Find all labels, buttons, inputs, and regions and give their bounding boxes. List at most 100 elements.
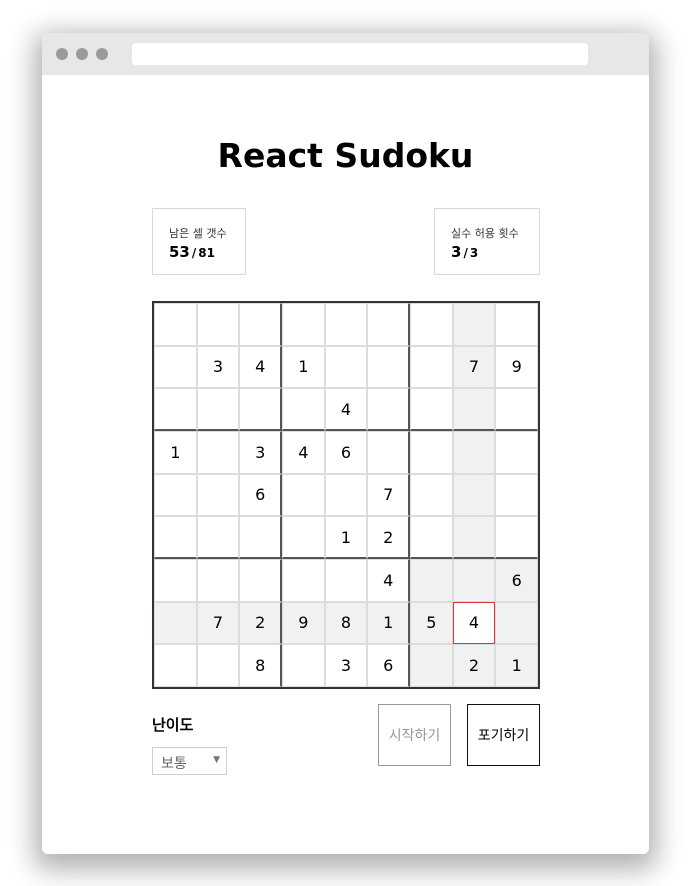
- sudoku-cell[interactable]: [196, 388, 240, 431]
- sudoku-cell[interactable]: [154, 473, 197, 517]
- sudoku-cell[interactable]: [154, 388, 197, 431]
- sudoku-cell[interactable]: [410, 345, 453, 389]
- sudoku-cell[interactable]: 8: [324, 601, 368, 645]
- sudoku-cell[interactable]: 2: [367, 516, 410, 559]
- sudoku-cell[interactable]: 1: [495, 644, 538, 687]
- sudoku-cell[interactable]: 2: [239, 601, 282, 645]
- sudoku-cell[interactable]: [410, 431, 453, 474]
- sudoku-cell[interactable]: 4: [367, 559, 410, 602]
- sudoku-cell[interactable]: [282, 644, 325, 687]
- sudoku-cell[interactable]: 3: [324, 644, 368, 687]
- difficulty-selected-value: 보통: [161, 756, 187, 772]
- start-button[interactable]: 시작하기: [378, 704, 451, 766]
- sudoku-cell[interactable]: [410, 516, 453, 559]
- sudoku-cell[interactable]: 9: [282, 601, 325, 645]
- sudoku-cell[interactable]: [410, 473, 453, 517]
- sudoku-cell[interactable]: [410, 388, 453, 431]
- sudoku-cell[interactable]: [196, 644, 240, 687]
- sudoku-cell[interactable]: 3: [196, 345, 240, 389]
- difficulty-select[interactable]: 보통 ▼: [152, 747, 227, 775]
- sudoku-cell[interactable]: [282, 388, 325, 431]
- sudoku-cell[interactable]: [495, 431, 538, 474]
- sudoku-cell[interactable]: [324, 345, 368, 389]
- sudoku-cell[interactable]: 9: [495, 345, 538, 389]
- sudoku-cell[interactable]: 6: [324, 431, 368, 474]
- sudoku-cell[interactable]: [282, 559, 325, 602]
- sudoku-cell[interactable]: 7: [452, 345, 496, 389]
- sudoku-cell[interactable]: [410, 559, 453, 602]
- sudoku-cell[interactable]: [282, 473, 325, 517]
- sudoku-cell[interactable]: [154, 559, 197, 602]
- sudoku-cell[interactable]: [367, 345, 410, 389]
- sudoku-cell[interactable]: [324, 473, 368, 517]
- sudoku-cell[interactable]: [452, 303, 496, 346]
- mistakes-allowed-card: 실수 허용 횟수 3/3: [434, 208, 540, 275]
- sudoku-cell[interactable]: [154, 601, 197, 645]
- sudoku-cell[interactable]: [410, 303, 453, 346]
- chevron-down-icon: ▼: [213, 755, 220, 765]
- sudoku-cell[interactable]: 8: [239, 644, 282, 687]
- give-up-button[interactable]: 포기하기: [467, 704, 540, 766]
- sudoku-cell-selected[interactable]: 4: [452, 601, 496, 645]
- sudoku-cell[interactable]: 2: [452, 644, 496, 687]
- sudoku-cell[interactable]: [239, 516, 282, 559]
- sudoku-cell[interactable]: [324, 559, 368, 602]
- sudoku-cell[interactable]: 1: [154, 431, 197, 474]
- window-maximize-dot[interactable]: [96, 48, 108, 60]
- sudoku-cell[interactable]: [495, 473, 538, 517]
- mistakes-allowed-count: 3: [451, 243, 462, 261]
- sudoku-cell[interactable]: 7: [196, 601, 240, 645]
- sudoku-cell[interactable]: [282, 516, 325, 559]
- sudoku-cell[interactable]: [495, 303, 538, 346]
- window-close-dot[interactable]: [56, 48, 68, 60]
- browser-titlebar: [42, 33, 649, 75]
- sudoku-cell[interactable]: [367, 303, 410, 346]
- sudoku-cell[interactable]: [196, 431, 240, 474]
- sudoku-cell[interactable]: [367, 388, 410, 431]
- sudoku-cell[interactable]: 3: [239, 431, 282, 474]
- sudoku-cell[interactable]: [495, 388, 538, 431]
- sudoku-cell[interactable]: [154, 345, 197, 389]
- address-bar[interactable]: [132, 43, 588, 65]
- browser-window: React Sudoku 남은 셀 갯수 53/81 실수 허용 횟수 3/3 …: [42, 33, 649, 854]
- remaining-cells-label: 남은 셀 갯수: [169, 227, 227, 240]
- mistakes-allowed-value: 3/3: [451, 243, 479, 261]
- sudoku-cell[interactable]: [324, 303, 368, 346]
- remaining-cells-count: 53: [169, 243, 190, 261]
- sudoku-cell[interactable]: 6: [239, 473, 282, 517]
- sudoku-cell[interactable]: 5: [410, 601, 453, 645]
- sudoku-cell[interactable]: [239, 388, 282, 431]
- sudoku-cell[interactable]: [239, 303, 282, 346]
- page-title: React Sudoku: [217, 136, 474, 175]
- sudoku-cell[interactable]: [154, 303, 197, 346]
- sudoku-cell[interactable]: [452, 473, 496, 517]
- sudoku-cell[interactable]: [452, 388, 496, 431]
- sudoku-cell[interactable]: [196, 303, 240, 346]
- sudoku-cell[interactable]: [452, 516, 496, 559]
- window-minimize-dot[interactable]: [76, 48, 88, 60]
- sudoku-cell[interactable]: [367, 431, 410, 474]
- mistakes-allowed-label: 실수 허용 횟수: [451, 227, 519, 240]
- sudoku-cell[interactable]: [282, 303, 325, 346]
- sudoku-cell[interactable]: 1: [324, 516, 368, 559]
- sudoku-cell[interactable]: [196, 473, 240, 517]
- sudoku-cell[interactable]: 1: [367, 601, 410, 645]
- sudoku-cell[interactable]: [154, 644, 197, 687]
- sudoku-cell[interactable]: [495, 516, 538, 559]
- sudoku-cell[interactable]: 4: [282, 431, 325, 474]
- sudoku-cell[interactable]: [239, 559, 282, 602]
- sudoku-cell[interactable]: [154, 516, 197, 559]
- sudoku-cell[interactable]: 4: [324, 388, 368, 431]
- sudoku-cell[interactable]: 7: [367, 473, 410, 517]
- sudoku-cell[interactable]: [196, 516, 240, 559]
- sudoku-cell[interactable]: 6: [495, 559, 538, 602]
- sudoku-cell[interactable]: 4: [239, 345, 282, 389]
- sudoku-cell[interactable]: [495, 601, 538, 645]
- sudoku-cell[interactable]: [452, 559, 496, 602]
- sudoku-cell[interactable]: 1: [282, 345, 325, 389]
- sudoku-cell[interactable]: [196, 559, 240, 602]
- difficulty-label: 난이도: [152, 716, 194, 734]
- sudoku-cell[interactable]: [452, 431, 496, 474]
- sudoku-cell[interactable]: 6: [367, 644, 410, 687]
- sudoku-cell[interactable]: [410, 644, 453, 687]
